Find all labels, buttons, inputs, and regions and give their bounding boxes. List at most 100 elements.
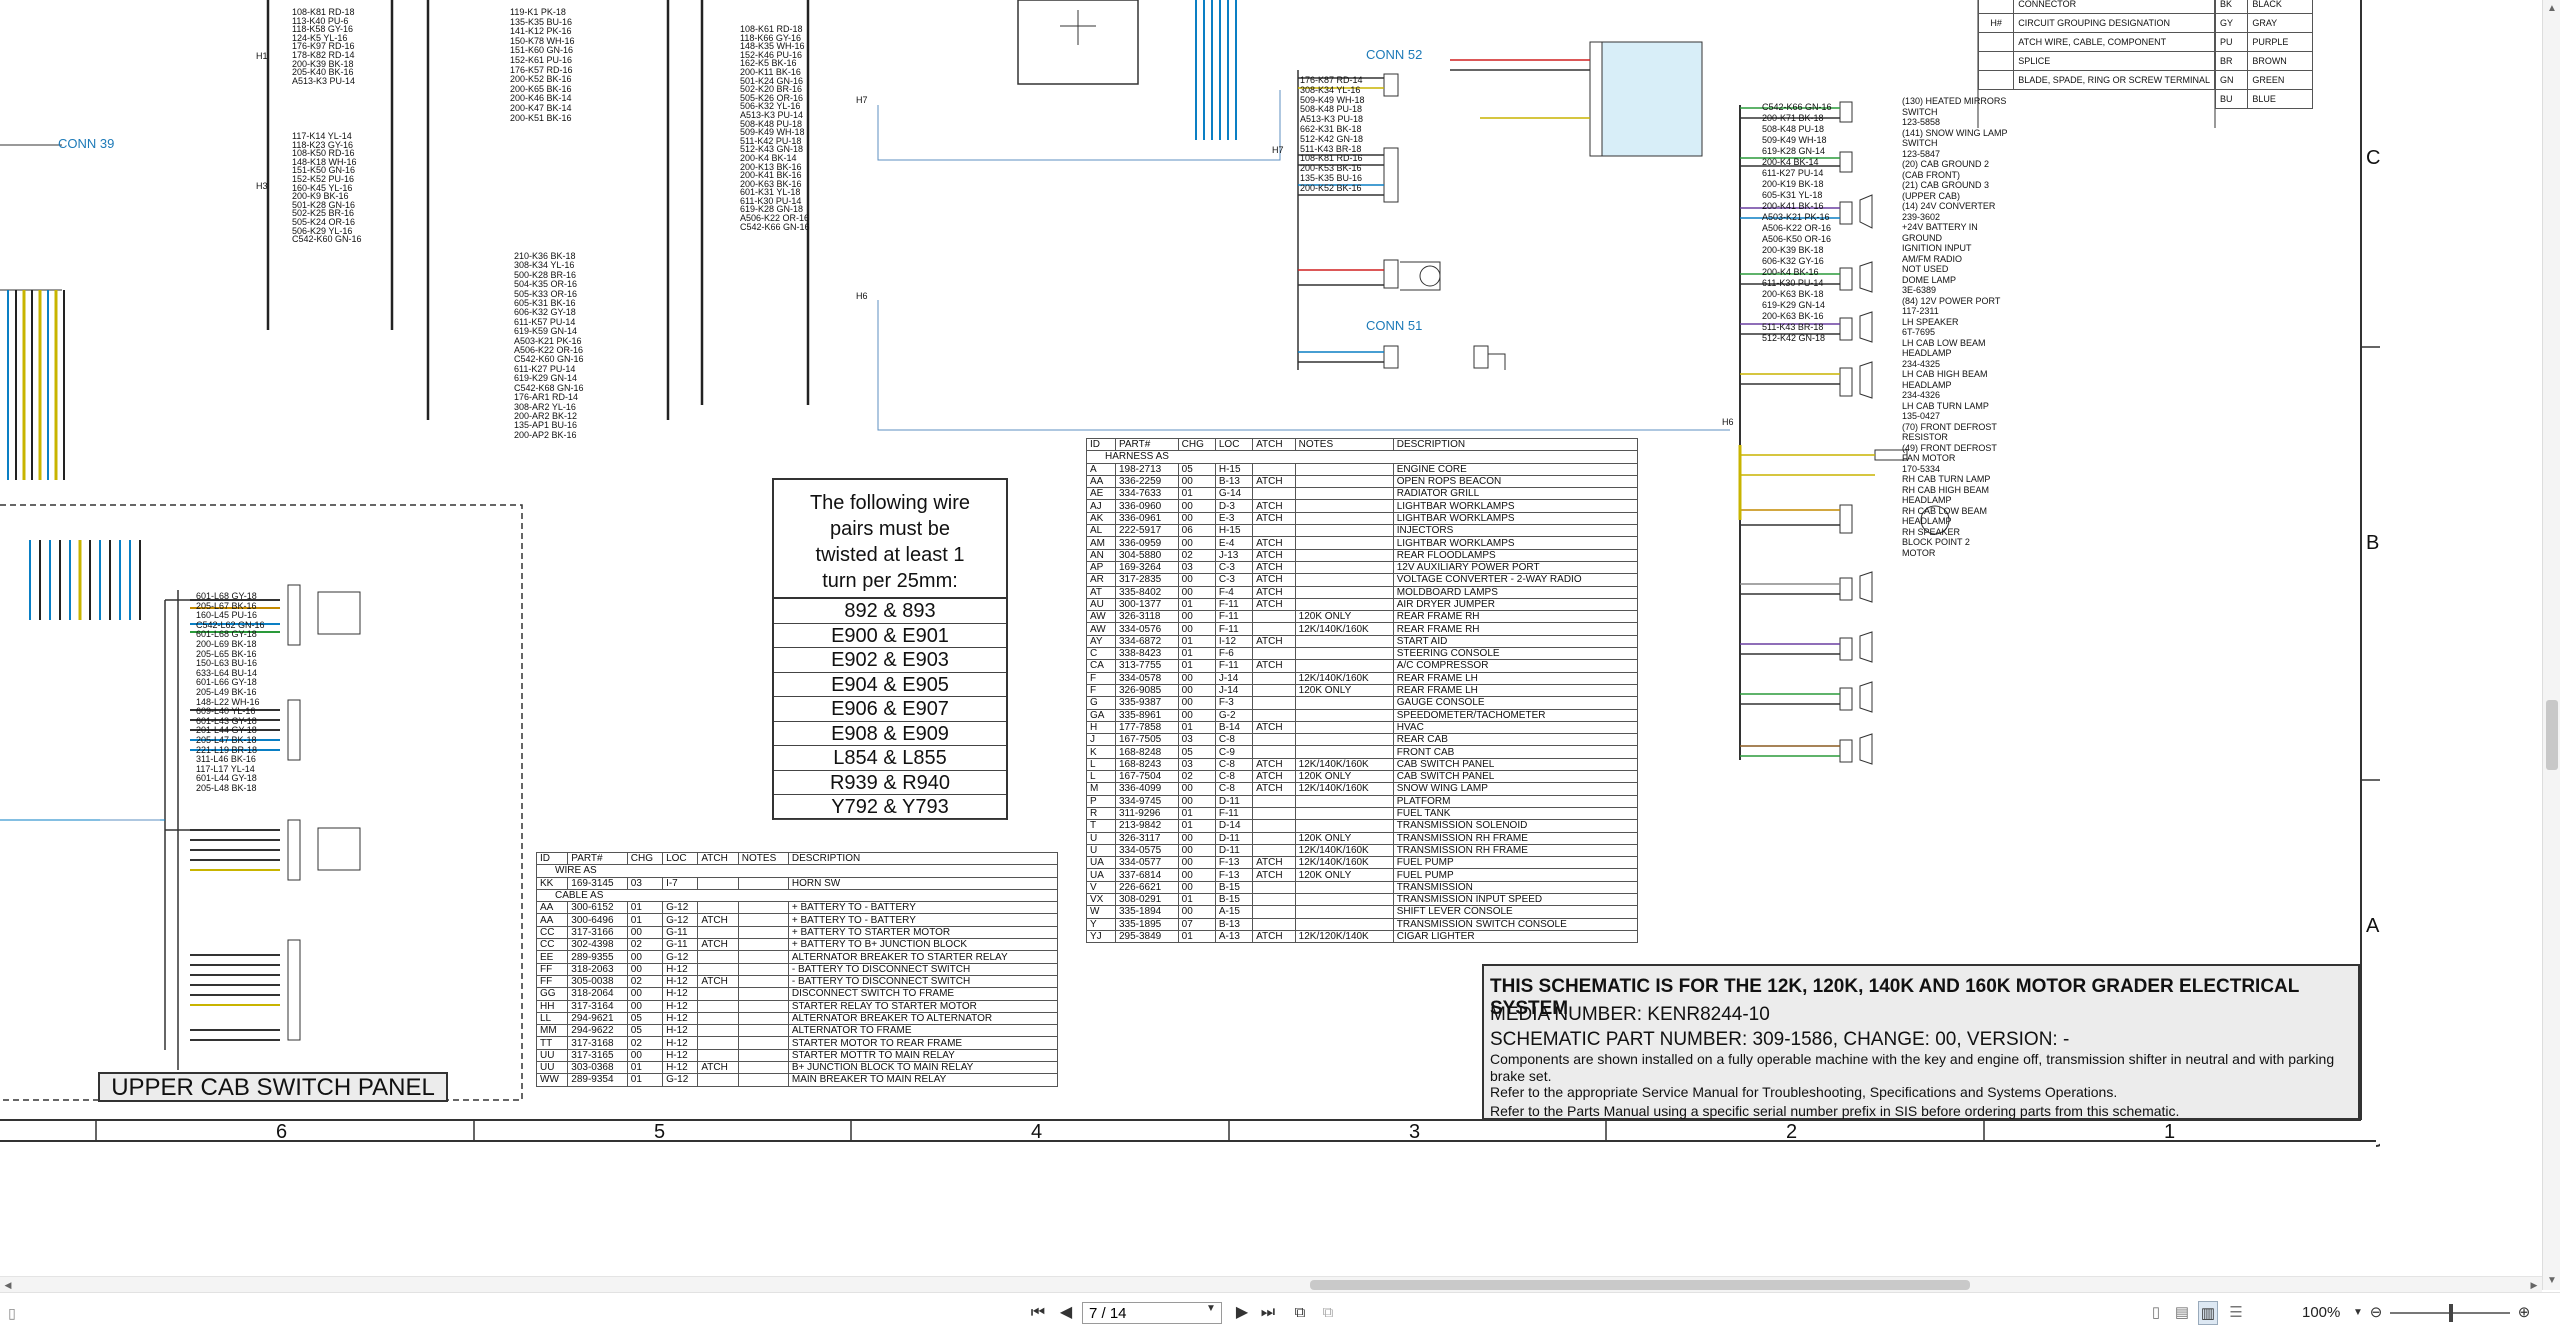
table-cell: GA <box>1086 708 1116 722</box>
table-cell <box>1294 585 1394 599</box>
component-label: (141) SNOW WING LAMP SWITCH <box>1902 127 2008 149</box>
table-row: AW 334-0576 00 F-11 12K/140K/160K REAR FRAME … <box>1086 622 1639 636</box>
table-cell: P <box>1086 794 1116 808</box>
table-cell <box>1294 745 1394 759</box>
table-cell <box>737 876 789 890</box>
table-cell: - BATTERY TO DISCONNECT SWITCH <box>787 962 1059 976</box>
twisted-pairs-list: 892 & 893 E900 & E901 E902 & E903 E904 & E9… <box>774 597 1006 820</box>
vertical-scrollbar[interactable]: ▲ ▼ <box>2542 0 2560 1290</box>
next-page-icon[interactable]: ▶ <box>1232 1301 1252 1325</box>
table-cell: 334-0577 <box>1114 856 1179 870</box>
title-note-parts-manual: Refer to the Parts Manual using a specif… <box>1490 1103 2180 1119</box>
table-cell: G-12 <box>662 1073 699 1087</box>
table-cell: C-3 <box>1214 560 1254 575</box>
table-row: AJ 336-0960 00 D-3 ATCH LIGHTBAR WORKLAMPS <box>1086 499 1639 513</box>
horizontal-scroll-thumb[interactable] <box>1310 1280 1970 1290</box>
table-row: F 326-9085 00 J-14 120K ONLY REAR FRAME LH <box>1086 683 1639 698</box>
zoom-slider-knob[interactable] <box>2449 1304 2453 1322</box>
table-cell: 00 <box>1177 843 1216 858</box>
continuous-view-icon[interactable]: ▤ <box>2172 1301 2192 1325</box>
table-cell: FF <box>535 974 569 989</box>
table-cell <box>697 901 739 915</box>
component-label: (CAB FRONT) <box>1902 169 1960 180</box>
single-page-view-icon[interactable]: ▯ <box>2146 1301 2166 1325</box>
table-row: R 311-9296 01 F-11 FUEL TANK <box>1086 806 1639 821</box>
table-cell: 318-2063 <box>567 962 628 976</box>
table-cell: MOLDBOARD LAMPS <box>1392 585 1639 599</box>
page-dropdown-chevron-icon[interactable]: ▼ <box>1206 1303 1216 1314</box>
column-header: CHG <box>626 851 664 866</box>
color-code: PU <box>2214 32 2249 52</box>
facing-view-icon[interactable]: ▥ <box>2198 1301 2218 1325</box>
wire-tag: 200-K52 BK-16 <box>1300 182 1362 193</box>
wire-tag: 200-K63 BK-18 <box>1762 289 1824 299</box>
scroll-down-arrow-icon[interactable]: ▼ <box>2543 1272 2560 1290</box>
zoom-menu-chevron-icon[interactable]: ▼ <box>2348 1301 2368 1325</box>
page-number-input[interactable] <box>1082 1302 1222 1324</box>
table-cell: 336-0961 <box>1114 511 1179 526</box>
scroll-left-arrow-icon[interactable]: ◀ <box>0 1277 16 1293</box>
copy-page-icon[interactable]: ⧉ <box>1290 1301 1310 1325</box>
wire-tag: A503-K21 PK-16 <box>1762 212 1830 222</box>
title-note-components: Components are shown installed on a full… <box>1490 1051 2335 1084</box>
table-cell <box>737 962 789 976</box>
first-page-icon[interactable]: ⏮ <box>1028 1301 1048 1325</box>
twisted-pair: 892 & 893 <box>774 599 1006 624</box>
table-cell: A-15 <box>1214 905 1254 919</box>
table-row: VX 308-0291 01 B-15 TRANSMISSION INPUT SPEED <box>1086 892 1639 907</box>
legend-color-row: GY GRAY <box>2214 13 2313 33</box>
continuous-facing-view-icon[interactable]: ☰ <box>2226 1301 2246 1325</box>
component-label: GROUND <box>1902 232 1942 243</box>
table-cell: ATCH <box>1252 573 1296 587</box>
component-label: (130) HEATED MIRRORS SWITCH <box>1902 96 2007 117</box>
table-cell: 03 <box>626 876 664 890</box>
table-cell: AJ <box>1086 499 1116 513</box>
table-cell: 317-3166 <box>567 925 628 940</box>
wire-tag: 509-K49 WH-18 <box>1762 135 1827 145</box>
table-cell <box>1252 610 1296 624</box>
table-cell <box>697 987 739 1001</box>
zoom-in-icon[interactable]: ⊕ <box>2514 1301 2534 1325</box>
table-row: UU 317-3165 00 H-12 STARTER MOTTR TO MAIN RE… <box>535 1048 1059 1063</box>
scroll-up-arrow-icon[interactable]: ▲ <box>2543 0 2560 18</box>
scroll-right-arrow-icon[interactable]: ▶ <box>2526 1277 2542 1293</box>
component-label: 123-5847 <box>1902 148 1941 159</box>
table-cell: 177-7858 <box>1114 720 1179 735</box>
zoom-level: 100% <box>2302 1304 2341 1321</box>
table-cell: 01 <box>1177 929 1216 944</box>
table-row: K 168-8248 05 C-9 FRONT CAB <box>1086 745 1639 759</box>
table-cell: 00 <box>1177 880 1216 894</box>
zoom-out-icon[interactable]: ⊖ <box>2366 1301 2386 1325</box>
grouping-h7b: H7 <box>1272 145 1284 155</box>
table-cell: 00 <box>1177 536 1216 550</box>
table-cell: 01 <box>1177 659 1216 673</box>
component-label: 117-2311 <box>1902 306 1939 316</box>
table-cell: 07 <box>1177 917 1216 931</box>
table-cell <box>1294 819 1394 833</box>
component-label: (70) FRONT DEFROST RESISTOR <box>1902 421 1997 443</box>
horizontal-scrollbar[interactable]: ◀ ▶ <box>0 1276 2542 1292</box>
table-cell <box>737 1036 789 1050</box>
legend-description: ATCH WIRE, CABLE, COMPONENT <box>2013 32 2215 52</box>
table-cell: B-15 <box>1214 880 1254 894</box>
table-cell: L <box>1086 770 1116 784</box>
table-cell: H-12 <box>662 1048 699 1063</box>
table-row: AR 317-2835 00 C-3 ATCH VOLTAGE CONVERTER - 2… <box>1086 573 1639 587</box>
table-cell: 334-0576 <box>1114 622 1179 636</box>
table-cell <box>1252 892 1296 907</box>
vertical-scroll-thumb[interactable] <box>2546 700 2558 770</box>
panel-toggle-icon[interactable]: ▯ <box>2 1301 22 1325</box>
table-cell: 03 <box>1177 733 1216 747</box>
table-cell: 337-6814 <box>1114 868 1179 882</box>
component-label: (21) CAB GROUND 3 <box>1902 180 1990 190</box>
last-page-icon[interactable]: ⏭ <box>1258 1301 1278 1325</box>
table-cell: F-3 <box>1214 696 1254 710</box>
table-cell: 338-8423 <box>1114 647 1179 661</box>
table-cell <box>1252 819 1296 833</box>
table-cell: SPEEDOMETER/TACHOMETER <box>1392 708 1639 722</box>
paste-page-icon[interactable]: ⧉ <box>1318 1301 1338 1325</box>
column-header: NOTES <box>737 851 789 866</box>
table-cell: FUEL PUMP <box>1392 868 1639 882</box>
table-cell <box>1294 560 1394 575</box>
previous-page-icon[interactable]: ◀ <box>1056 1301 1076 1325</box>
